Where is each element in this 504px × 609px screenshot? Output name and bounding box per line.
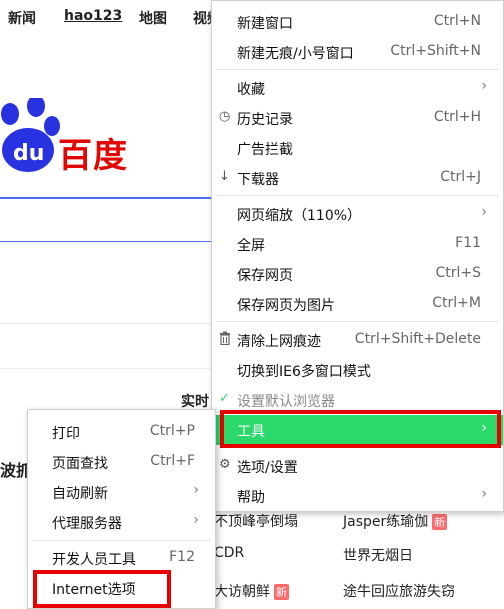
hot-item[interactable]: Jasper练瑜伽新 <box>343 511 448 531</box>
search-box-border <box>0 197 214 199</box>
new-badge: 新 <box>432 514 448 530</box>
chevron-right-icon: › <box>193 482 199 498</box>
baidu-logo-text: 百度 <box>58 136 128 176</box>
menu-clear-browsing-data[interactable]: 清除上网痕迹 Ctrl+Shift+Delete <box>212 325 503 355</box>
divider <box>0 323 214 324</box>
clock-icon: ◷ <box>219 109 231 124</box>
menu-options-settings[interactable]: ⚙ 选项/设置 <box>212 451 503 481</box>
submenu-proxy-server[interactable]: 代理服务器 › <box>28 507 215 537</box>
hot-item[interactable]: CDR <box>214 545 244 561</box>
menu-separator <box>216 69 499 70</box>
hot-item[interactable]: 世界无烟日 <box>343 545 413 565</box>
download-arrow-icon: ↓ <box>219 169 230 184</box>
gear-icon: ⚙ <box>219 457 231 472</box>
submenu-auto-refresh[interactable]: 自动刷新 › <box>28 477 215 507</box>
menu-separator <box>32 540 211 541</box>
new-badge: 新 <box>274 584 289 600</box>
chevron-right-icon: › <box>481 486 487 502</box>
annotation-highlight-box <box>220 410 501 448</box>
menu-downloader[interactable]: ↓ 下载器 Ctrl+J <box>212 163 503 193</box>
trash-icon <box>219 331 233 347</box>
annotation-highlight-box <box>33 570 171 608</box>
nav-news-link[interactable]: 新闻 <box>8 8 36 28</box>
hot-item[interactable]: 途牛回应旅游失窃 <box>343 581 455 601</box>
submenu-print[interactable]: 打印 Ctrl+P <box>28 417 215 447</box>
chevron-right-icon: › <box>481 78 487 94</box>
menu-switch-ie6-mode[interactable]: 切换到IE6多窗口模式 <box>212 355 503 385</box>
logo-du-text: du <box>13 141 44 166</box>
menu-help[interactable]: 帮助 › <box>212 481 503 511</box>
menu-page-zoom[interactable]: 网页缩放（110%） › <box>212 199 503 229</box>
submenu-developer-tools[interactable]: 开发人员工具 F12 <box>28 543 215 573</box>
menu-fullscreen[interactable]: 全屏 F11 <box>212 229 503 259</box>
realtime-label: 实时 <box>181 394 209 410</box>
submenu-find-in-page[interactable]: 页面查找 Ctrl+F <box>28 447 215 477</box>
nav-map-link[interactable]: 地图 <box>139 8 167 28</box>
menu-favorites[interactable]: 收藏 › <box>212 73 503 103</box>
menu-separator <box>216 195 499 196</box>
menu-new-incognito-window[interactable]: 新建无痕/小号窗口 Ctrl+Shift+N <box>212 37 503 67</box>
check-icon: ✓ <box>219 391 230 406</box>
chevron-right-icon: › <box>481 204 487 220</box>
hot-item[interactable]: 不顶峰亭倒塌 <box>214 511 298 531</box>
search-box-bottom <box>0 241 214 242</box>
divider <box>0 368 214 369</box>
menu-separator <box>216 321 499 322</box>
hot-item[interactable]: 大访朝鲜新 <box>214 581 289 601</box>
menu-save-page[interactable]: 保存网页 Ctrl+S <box>212 259 503 289</box>
menu-new-window[interactable]: 新建窗口 Ctrl+N <box>212 7 503 37</box>
menu-ad-block[interactable]: 广告拦截 <box>212 133 503 163</box>
menu-save-page-as-image[interactable]: 保存网页为图片 Ctrl+M <box>212 289 503 319</box>
nav-hao123-link[interactable]: hao123 <box>64 8 122 24</box>
menu-history[interactable]: ◷ 历史记录 Ctrl+H <box>212 103 503 133</box>
chevron-right-icon: › <box>193 512 199 528</box>
